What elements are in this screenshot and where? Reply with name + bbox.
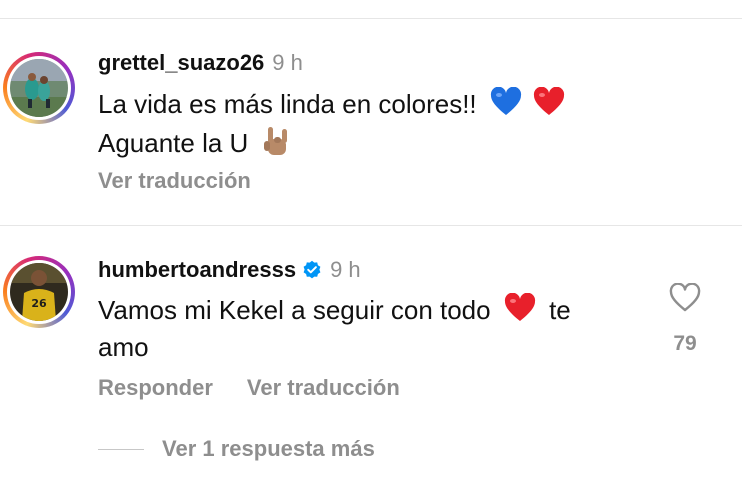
comment-text: Vamos mi Kekel a seguir con todo te amo bbox=[98, 292, 571, 364]
view-more-replies-label[interactable]: Ver 1 respuesta más bbox=[162, 436, 375, 462]
avatar bbox=[10, 59, 68, 117]
replies-divider-line bbox=[98, 448, 144, 450]
username[interactable]: grettel_suazo26 bbox=[98, 50, 264, 76]
comment-header: grettel_suazo26 9 h bbox=[98, 50, 303, 76]
comment-line-2: amo bbox=[98, 332, 149, 362]
comment-line-1-end: te bbox=[549, 294, 571, 325]
reply-button[interactable]: Responder bbox=[98, 375, 213, 401]
comment-text: La vida es más linda en colores!! Aguant… bbox=[98, 86, 565, 165]
like-control: 79 bbox=[668, 282, 702, 356]
comment-divider bbox=[0, 225, 742, 226]
see-translation-link[interactable]: Ver traducción bbox=[247, 375, 400, 401]
like-count: 79 bbox=[673, 332, 697, 355]
sign-of-horns-icon bbox=[262, 125, 292, 165]
blue-heart-icon bbox=[490, 86, 522, 125]
comment-actions: Responder Ver traducción bbox=[98, 375, 400, 401]
svg-text:26: 26 bbox=[31, 297, 47, 310]
verified-badge-icon bbox=[302, 260, 322, 280]
avatar-story-ring[interactable] bbox=[3, 52, 75, 124]
avatar-story-ring[interactable]: 26 bbox=[3, 256, 75, 328]
comment-line-2: Aguante la U bbox=[98, 127, 249, 158]
timestamp: 9 h bbox=[272, 50, 303, 75]
heart-outline-icon[interactable] bbox=[669, 282, 701, 317]
red-heart-icon bbox=[504, 292, 536, 331]
red-heart-icon bbox=[533, 86, 565, 125]
top-divider bbox=[0, 18, 742, 19]
username[interactable]: humbertoandresss bbox=[98, 257, 296, 283]
comment-line-1: La vida es más linda en colores!! bbox=[98, 88, 477, 119]
view-replies[interactable]: Ver 1 respuesta más bbox=[98, 436, 375, 462]
comment-header: humbertoandresss 9 h bbox=[98, 257, 361, 283]
see-translation-link[interactable]: Ver traducción bbox=[98, 168, 251, 194]
comment-actions: Ver traducción bbox=[98, 168, 251, 194]
timestamp: 9 h bbox=[330, 257, 361, 282]
comment-line-1: Vamos mi Kekel a seguir con todo bbox=[98, 294, 491, 325]
avatar: 26 bbox=[10, 263, 68, 321]
